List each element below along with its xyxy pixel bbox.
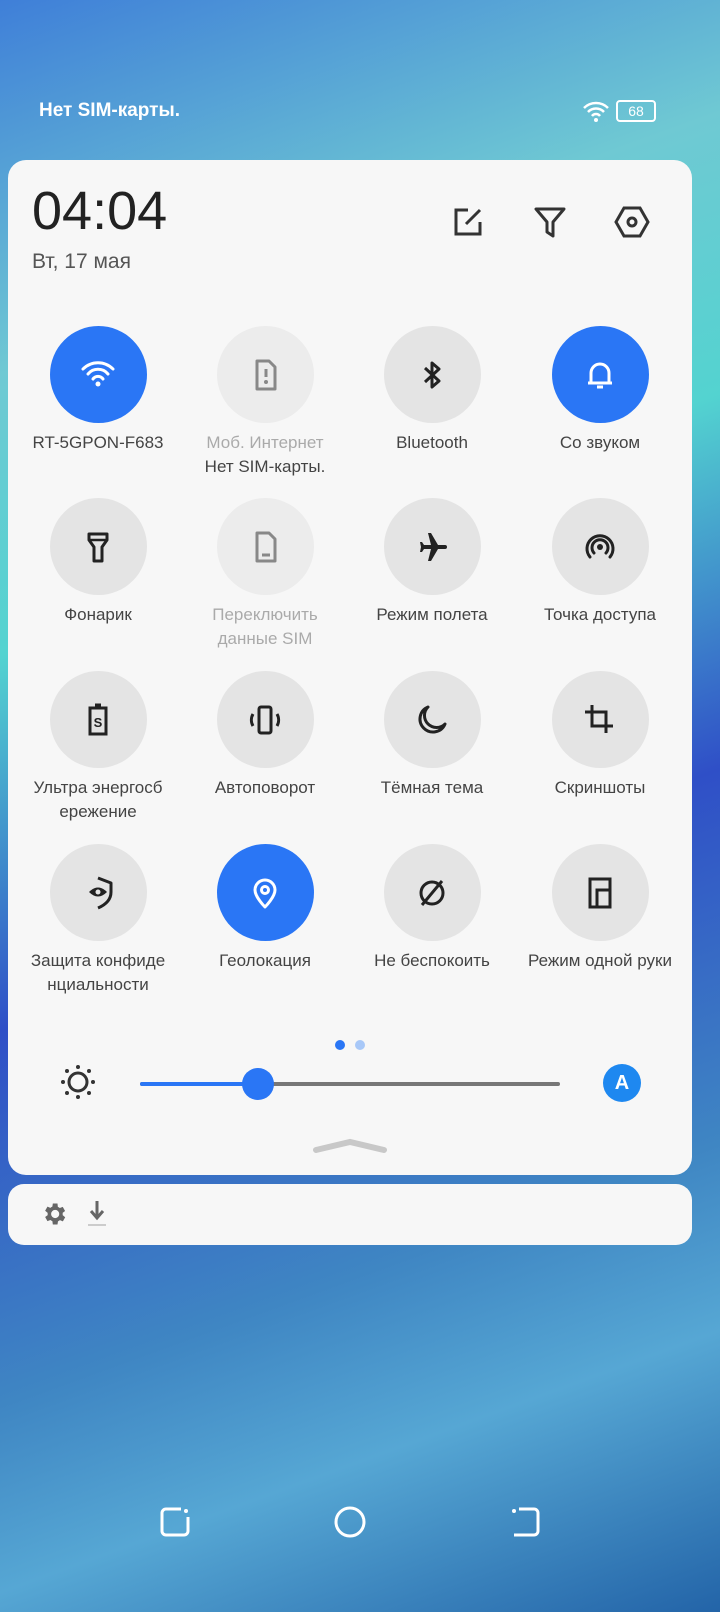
tile-do-not-disturb[interactable]: Не беспокоить xyxy=(348,844,516,973)
tile-label: RT-5GPON-F683 xyxy=(32,433,164,452)
download-icon[interactable] xyxy=(86,1198,108,1228)
tile-toggle[interactable] xyxy=(383,671,481,768)
autorotate-icon xyxy=(249,705,281,734)
tile-sim[interactable]: Переключить данные SIM xyxy=(181,498,349,651)
tile-toggle[interactable] xyxy=(49,326,147,423)
wifi-icon xyxy=(81,360,115,386)
tile-label: Автоповорот xyxy=(214,778,316,797)
flashlight-icon xyxy=(87,532,109,562)
tile-label: Не беспокоить xyxy=(374,951,490,970)
svg-text:S: S xyxy=(94,715,103,730)
quick-settings-panel: 04:04 Вт, 17 мая RT-5GPON-F683 Моб. Интер… xyxy=(8,160,692,1175)
tile-toggle[interactable] xyxy=(383,498,481,595)
tile-moon[interactable]: Тёмная тема xyxy=(348,671,516,800)
brightness-icon xyxy=(61,1065,95,1099)
filter-icon[interactable] xyxy=(532,204,568,240)
tile-sublabel: Нет SIM-карты. xyxy=(204,457,326,476)
tile-flashlight[interactable]: Фонарик xyxy=(14,498,182,627)
tile-toggle[interactable] xyxy=(216,498,314,595)
do-not-disturb-icon xyxy=(419,879,445,906)
tile-toggle[interactable] xyxy=(551,498,649,595)
tile-toggle[interactable] xyxy=(216,326,314,423)
edit-icon[interactable] xyxy=(450,204,486,240)
battery-level: 68 xyxy=(628,103,644,119)
tile-toggle[interactable] xyxy=(383,844,481,941)
brightness-thumb[interactable] xyxy=(241,1068,274,1100)
one-hand-icon xyxy=(588,877,612,908)
tile-label: Тёмная тема xyxy=(380,778,484,797)
tile-wifi[interactable]: RT-5GPON-F683 xyxy=(14,326,182,455)
tile-label: Точка доступа xyxy=(544,605,656,624)
crop-icon xyxy=(585,704,613,733)
tile-label: Скриншоты xyxy=(554,778,646,797)
battery-saver-icon: S xyxy=(88,703,108,735)
tile-toggle[interactable]: S xyxy=(49,671,147,768)
page-dot[interactable] xyxy=(355,1040,365,1050)
date: Вт, 17 мая xyxy=(32,250,131,273)
clock: 04:04 xyxy=(32,181,168,241)
tile-sim-alert[interactable]: Моб. Интернет Нет SIM-карты. xyxy=(181,326,349,479)
tile-toggle[interactable] xyxy=(216,671,314,768)
tile-toggle[interactable] xyxy=(49,844,147,941)
tile-toggle[interactable] xyxy=(551,326,649,423)
tile-label: Моб. Интернет xyxy=(206,433,324,452)
bluetooth-icon xyxy=(423,361,441,388)
carrier-text: Нет SIM-карты. xyxy=(39,100,180,121)
battery-icon: 68 xyxy=(616,100,656,122)
tile-label: Режим полета xyxy=(376,605,488,624)
status-icons: 68 xyxy=(582,99,656,123)
tile-hotspot[interactable]: Точка доступа xyxy=(516,498,684,627)
auto-brightness-button[interactable]: A xyxy=(603,1064,641,1102)
notification-bar xyxy=(8,1184,692,1245)
tile-toggle[interactable] xyxy=(216,844,314,941)
gear-icon[interactable] xyxy=(40,1200,68,1228)
sim-alert-icon xyxy=(255,359,277,390)
brightness-slider[interactable] xyxy=(140,1068,560,1100)
tile-toggle[interactable] xyxy=(49,498,147,595)
tile-toggle[interactable] xyxy=(383,326,481,423)
page-dot-active[interactable] xyxy=(335,1040,345,1050)
tile-bluetooth[interactable]: Bluetooth xyxy=(348,326,516,455)
wifi-icon xyxy=(583,101,609,122)
tile-label: Режим одной руки xyxy=(528,951,672,970)
tile-label: Ультра энергосб ережение xyxy=(33,778,163,821)
tile-bell[interactable]: Со звуком xyxy=(516,326,684,455)
airplane-icon xyxy=(420,532,447,561)
bell-icon xyxy=(588,362,612,388)
back-button[interactable] xyxy=(507,1504,543,1540)
collapse-handle[interactable] xyxy=(310,1136,390,1154)
tile-label: Переключить данные SIM xyxy=(212,605,318,648)
tile-location[interactable]: Геолокация xyxy=(181,844,349,973)
settings-icon[interactable] xyxy=(614,204,650,240)
hotspot-icon xyxy=(585,533,615,558)
home-button[interactable] xyxy=(332,1504,368,1540)
tile-battery-saver[interactable]: S Ультра энергосб ережение xyxy=(14,671,182,824)
tile-one-hand[interactable]: Режим одной руки xyxy=(516,844,684,973)
tile-toggle[interactable] xyxy=(551,671,649,768)
tile-autorotate[interactable]: Автоповорот xyxy=(181,671,349,800)
tile-label: Геолокация xyxy=(219,951,311,970)
page-indicator xyxy=(335,1040,365,1050)
privacy-shield-icon xyxy=(89,876,113,909)
tile-airplane[interactable]: Режим полета xyxy=(348,498,516,627)
tile-crop[interactable]: Скриншоты xyxy=(516,671,684,800)
tile-privacy-shield[interactable]: Защита конфиде нциальности xyxy=(14,844,182,997)
tile-label: Bluetooth xyxy=(396,433,468,452)
tile-label: Фонарик xyxy=(64,605,132,624)
tile-label: Со звуком xyxy=(559,433,641,452)
location-icon xyxy=(253,878,277,908)
sim-icon xyxy=(255,531,277,562)
moon-icon xyxy=(418,705,447,733)
recent-apps-button[interactable] xyxy=(157,1504,193,1540)
tile-toggle[interactable] xyxy=(551,844,649,941)
tile-label: Защита конфиде нциальности xyxy=(30,951,166,994)
